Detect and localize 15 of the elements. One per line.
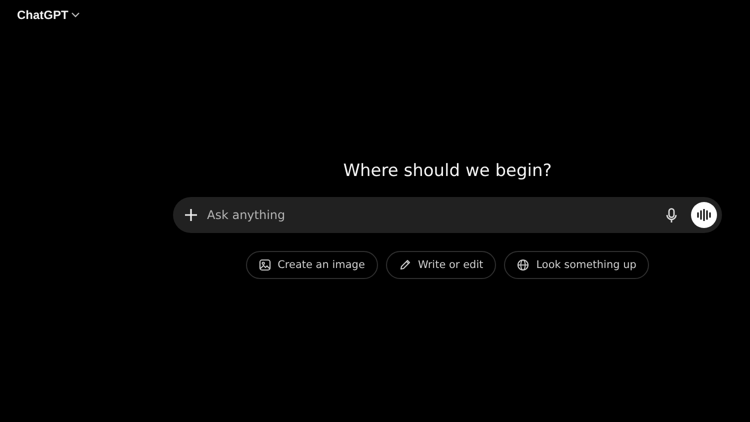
prompt-field[interactable]: Ask anything: [207, 205, 656, 225]
suggestion-chip[interactable]: Write or edit: [386, 251, 496, 279]
chevron-icon: [71, 12, 80, 18]
globe-icon: [517, 259, 530, 271]
pencil-icon: [398, 259, 411, 271]
plus-icon[interactable]: [185, 209, 197, 221]
prompt-bar[interactable]: Ask anything: [173, 197, 722, 233]
voice-button[interactable]: [691, 202, 717, 228]
suggestion-chip[interactable]: Look something up: [504, 251, 650, 279]
sound-wave-icon: [697, 209, 711, 221]
suggestion-chip[interactable]: Create an image: [246, 251, 378, 279]
image-icon: [258, 259, 271, 271]
model-selector[interactable]: ChatGPT: [17, 8, 80, 22]
heading: Where should we begin?: [343, 161, 552, 181]
microphone-icon[interactable]: [666, 208, 677, 222]
